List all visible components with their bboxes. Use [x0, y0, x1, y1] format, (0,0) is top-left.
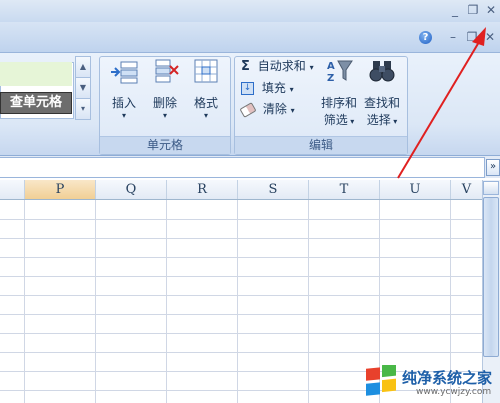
- svg-text:A: A: [327, 61, 335, 72]
- grid-row-line: [0, 333, 482, 334]
- window-close-button[interactable]: ✕: [484, 3, 498, 17]
- column-header-p[interactable]: P: [25, 180, 96, 199]
- grid-column-line: [237, 200, 238, 403]
- sort-filter-label-1: 排序和: [320, 96, 357, 110]
- cells-group-label: 单元格: [100, 136, 230, 154]
- format-label: 格式: [193, 96, 218, 110]
- sort-filter-icon: A Z: [324, 58, 354, 84]
- grid-row-line: [0, 295, 482, 296]
- formula-input[interactable]: [0, 157, 485, 178]
- format-cells-icon: [191, 58, 221, 84]
- delete-label: 删除: [152, 96, 177, 110]
- gallery-style-swatch[interactable]: [0, 62, 72, 86]
- autosum-dropdown-icon: ▾: [309, 63, 314, 72]
- grid-row-line: [0, 352, 482, 353]
- insert-button[interactable]: 插入 ▾: [104, 58, 144, 120]
- column-header-v[interactable]: V: [451, 180, 482, 199]
- editing-group-label: 编辑: [235, 136, 407, 154]
- gallery-more-button[interactable]: ▾: [75, 98, 91, 120]
- binoculars-icon: [367, 58, 397, 84]
- cell-style-check-cell[interactable]: 查单元格: [0, 92, 72, 114]
- split-box[interactable]: [483, 181, 499, 195]
- gallery-scroll-up-button[interactable]: ▲: [75, 56, 91, 78]
- grid-row-line: [0, 238, 482, 239]
- insert-dropdown-icon: ▾: [121, 111, 126, 120]
- sort-filter-button[interactable]: A Z 排序和 筛选 ▾: [318, 58, 360, 128]
- scrollbar-thumb[interactable]: [483, 197, 499, 357]
- svg-text:Z: Z: [327, 73, 334, 84]
- insert-label: 插入: [111, 96, 136, 110]
- grid-row-line: [0, 276, 482, 277]
- column-header-r[interactable]: R: [167, 180, 238, 199]
- autosum-button[interactable]: Σ 自动求和 ▾: [241, 57, 314, 75]
- grid-row-line: [0, 257, 482, 258]
- find-select-button[interactable]: 查找和 选择 ▾: [361, 58, 403, 128]
- format-button[interactable]: 格式 ▾: [186, 58, 226, 120]
- fill-label: 填充: [261, 81, 286, 95]
- insert-cells-icon: [109, 58, 139, 84]
- gallery-scroll-down-button[interactable]: ▼: [75, 77, 91, 99]
- column-header-partial[interactable]: [0, 180, 25, 199]
- column-header-q[interactable]: Q: [96, 180, 167, 199]
- clear-dropdown-icon: ▾: [290, 106, 295, 115]
- workbook-minimize-button[interactable]: –: [446, 30, 460, 44]
- grid-column-line: [308, 200, 309, 403]
- workbook-close-button[interactable]: ✕: [483, 30, 497, 44]
- column-header-u[interactable]: U: [380, 180, 451, 199]
- fill-down-icon: ↓: [241, 82, 254, 95]
- watermark-url: www.ycwjzy.com: [416, 387, 492, 397]
- help-icon[interactable]: ?: [419, 31, 432, 44]
- delete-button[interactable]: 删除 ▾: [145, 58, 185, 120]
- column-header-t[interactable]: T: [309, 180, 380, 199]
- fill-button[interactable]: ↓ 填充 ▾: [241, 79, 294, 97]
- window-restore-button[interactable]: ❐: [466, 3, 480, 17]
- eraser-icon: [239, 101, 257, 118]
- grid-row-line: [0, 219, 482, 220]
- clear-button[interactable]: 清除 ▾: [239, 100, 295, 118]
- workbook-restore-button[interactable]: ❐: [465, 30, 479, 44]
- clear-label: 清除: [262, 102, 287, 116]
- window-minimize-button[interactable]: _: [448, 3, 462, 17]
- autosum-label: 自动求和: [257, 59, 306, 73]
- sort-filter-label-2: 筛选 ▾: [323, 113, 355, 127]
- format-dropdown-icon: ▾: [203, 111, 208, 120]
- formula-bar-expand-button[interactable]: »: [486, 159, 500, 176]
- find-select-label-1: 查找和: [363, 96, 400, 110]
- watermark: 纯净系统之家 www.ycwjzy.com: [364, 363, 500, 403]
- fill-dropdown-icon: ▾: [289, 85, 294, 94]
- grid-column-line: [166, 200, 167, 403]
- grid-column-line: [24, 200, 25, 403]
- delete-cells-icon: [150, 58, 180, 84]
- sigma-icon: Σ: [241, 59, 250, 74]
- column-header-s[interactable]: S: [238, 180, 309, 199]
- delete-dropdown-icon: ▾: [162, 111, 167, 120]
- watermark-title: 纯净系统之家: [402, 369, 493, 387]
- grid-column-line: [95, 200, 96, 403]
- find-select-label-2: 选择 ▾: [366, 113, 398, 127]
- windows-logo-icon: [366, 365, 396, 396]
- window-title-bar: [0, 0, 500, 22]
- grid-row-line: [0, 314, 482, 315]
